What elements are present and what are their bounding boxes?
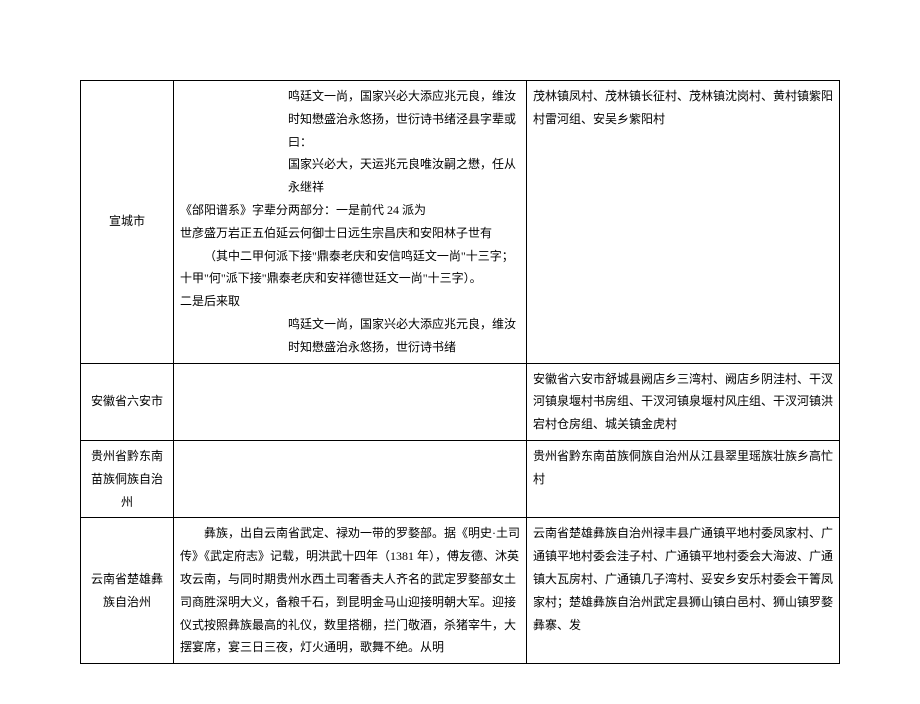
desc-line: （其中二甲何派下接"鼎泰老庆和安信鸣廷文一尚"十三字；十甲"何"派下接"鼎泰老庆…: [180, 245, 520, 291]
villages-text: 茂林镇凤村、茂林镇长征村、茂林镇沈岗村、黄村镇紫阳村雷河组、安吴乡紫阳村: [533, 89, 833, 126]
desc-line: 鸣廷文一尚，国家兴必大添应兆元良，维汝时知懋盛治永悠扬，世衍诗书绪泾县字辈或曰：: [180, 85, 520, 153]
villages-text: 安徽省六安市舒城县阙店乡三湾村、阙店乡阴洼村、干汊河镇泉堰村书房组、干汊河镇泉堰…: [533, 372, 833, 432]
desc-line: 国家兴必大，天运兆元良唯汝嗣之懋，任从永继祥: [180, 153, 520, 199]
region-name: 宣城市: [109, 214, 145, 228]
villages-cell: 贵州省黔东南苗族侗族自治州从江县翠里瑶族壮族乡高忙村: [527, 440, 840, 517]
region-cell: 宣城市: [81, 81, 174, 364]
villages-cell: 安徽省六安市舒城县阙店乡三湾村、阙店乡阴洼村、干汊河镇泉堰村书房组、干汊河镇泉堰…: [527, 363, 840, 440]
region-name: 贵州省黔东南苗族侗族自治州: [91, 449, 163, 509]
desc-line: 《邰阳谱系》字辈分两部分：一是前代 24 派为: [180, 203, 426, 217]
genealogy-table: 宣城市 鸣廷文一尚，国家兴必大添应兆元良，维汝时知懋盛治永悠扬，世衍诗书绪泾县字…: [80, 80, 840, 664]
villages-text: 云南省楚雄彝族自治州禄丰县广通镇平地村委凤家村、广通镇平地村委会洼子村、广通镇平…: [533, 526, 833, 631]
table-row: 贵州省黔东南苗族侗族自治州 贵州省黔东南苗族侗族自治州从江县翠里瑶族壮族乡高忙村: [81, 440, 840, 517]
region-cell: 云南省楚雄彝族自治州: [81, 518, 174, 664]
region-cell: 贵州省黔东南苗族侗族自治州: [81, 440, 174, 517]
description-cell: 鸣廷文一尚，国家兴必大添应兆元良，维汝时知懋盛治永悠扬，世衍诗书绪泾县字辈或曰：…: [174, 81, 527, 364]
desc-line: 彝族，出自云南省武定、禄劝一带的罗婺部。据《明史·土司传》《武定府志》记载，明洪…: [180, 522, 520, 659]
desc-line: 二是后来取: [180, 294, 240, 308]
table-row: 云南省楚雄彝族自治州 彝族，出自云南省武定、禄劝一带的罗婺部。据《明史·土司传》…: [81, 518, 840, 664]
villages-cell: 茂林镇凤村、茂林镇长征村、茂林镇沈岗村、黄村镇紫阳村雷河组、安吴乡紫阳村: [527, 81, 840, 364]
villages-cell: 云南省楚雄彝族自治州禄丰县广通镇平地村委凤家村、广通镇平地村委会洼子村、广通镇平…: [527, 518, 840, 664]
document-page: 宣城市 鸣廷文一尚，国家兴必大添应兆元良，维汝时知懋盛治永悠扬，世衍诗书绪泾县字…: [0, 0, 920, 704]
description-cell: [174, 440, 527, 517]
desc-line: 世彦盛万岩正五伯延云何御士日远生宗昌庆和安阳林子世有: [180, 226, 492, 240]
table-row: 宣城市 鸣廷文一尚，国家兴必大添应兆元良，维汝时知懋盛治永悠扬，世衍诗书绪泾县字…: [81, 81, 840, 364]
table-row: 安徽省六安市 安徽省六安市舒城县阙店乡三湾村、阙店乡阴洼村、干汊河镇泉堰村书房组…: [81, 363, 840, 440]
villages-text: 贵州省黔东南苗族侗族自治州从江县翠里瑶族壮族乡高忙村: [533, 449, 833, 486]
region-name: 云南省楚雄彝族自治州: [91, 572, 163, 609]
region-cell: 安徽省六安市: [81, 363, 174, 440]
desc-line: 鸣廷文一尚，国家兴必大添应兆元良，维汝时知懋盛治永悠扬，世衍诗书绪: [180, 313, 520, 359]
region-name: 安徽省六安市: [91, 394, 163, 408]
description-cell: [174, 363, 527, 440]
description-cell: 彝族，出自云南省武定、禄劝一带的罗婺部。据《明史·土司传》《武定府志》记载，明洪…: [174, 518, 527, 664]
